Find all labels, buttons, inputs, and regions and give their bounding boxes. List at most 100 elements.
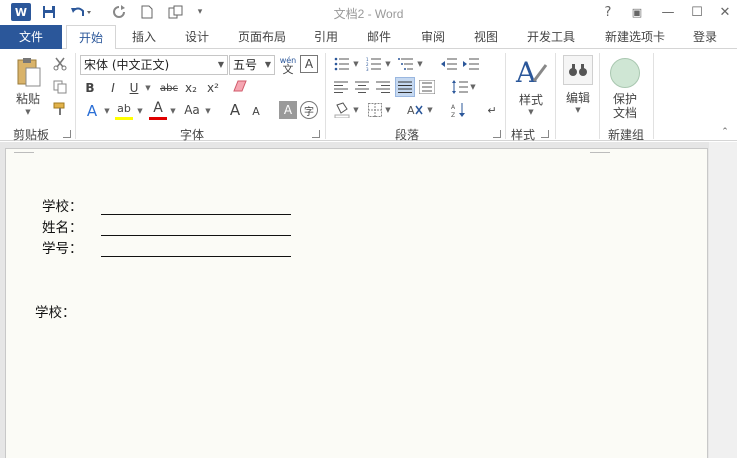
- tab-new-tab[interactable]: 新建选项卡: [594, 25, 676, 49]
- styles-dialog-launcher-icon[interactable]: [541, 130, 549, 138]
- title-bar: W ▾ 文档2 - Word ? ▣ — ☐ ✕: [0, 0, 737, 25]
- find-binoculars-icon[interactable]: [563, 55, 593, 85]
- borders-icon[interactable]: [366, 101, 384, 119]
- name-blank-line: [101, 235, 291, 236]
- distributed-icon[interactable]: [418, 78, 436, 96]
- line-spacing-dropdown-icon[interactable]: ▼: [469, 80, 477, 94]
- group-divider: [75, 53, 76, 139]
- line-spacing-icon[interactable]: [451, 78, 469, 96]
- tab-developer[interactable]: 开发工具: [518, 25, 584, 49]
- copy-icon[interactable]: [51, 78, 69, 96]
- highlight-color-swatch: [115, 117, 133, 120]
- clipboard-dialog-launcher-icon[interactable]: [63, 130, 71, 138]
- paste-icon[interactable]: [12, 55, 46, 89]
- editing-dropdown-icon[interactable]: ▼: [572, 105, 584, 115]
- grow-font-button[interactable]: A: [226, 101, 244, 119]
- tab-review[interactable]: 审阅: [412, 25, 454, 49]
- underline-button[interactable]: U: [126, 79, 142, 97]
- bold-button[interactable]: B: [82, 79, 98, 97]
- clear-formatting-icon[interactable]: [230, 77, 252, 97]
- font-size-combo[interactable]: 五号 ▼: [229, 55, 275, 75]
- paste-dropdown-icon[interactable]: ▼: [22, 107, 34, 117]
- school-label-2: 学校：: [35, 305, 76, 321]
- justify-icon[interactable]: [395, 77, 415, 97]
- multilevel-dropdown-icon[interactable]: ▼: [416, 57, 424, 71]
- tab-insert[interactable]: 插入: [122, 25, 166, 49]
- character-border-icon[interactable]: A: [300, 55, 318, 73]
- document-page[interactable]: 学校： 姓名： 学号： 学校：: [5, 148, 708, 458]
- styles-button[interactable]: 样式: [511, 91, 551, 107]
- help-button[interactable]: ?: [597, 2, 619, 22]
- ribbon-display-options-button[interactable]: ▣: [626, 2, 648, 22]
- login-link[interactable]: 登录: [684, 25, 726, 49]
- bullets-icon[interactable]: [332, 55, 352, 73]
- character-shading-button[interactable]: A: [279, 101, 297, 119]
- tab-file[interactable]: 文件: [0, 25, 62, 50]
- format-painter-icon[interactable]: [51, 100, 69, 118]
- styles-gallery-icon[interactable]: A: [513, 54, 549, 90]
- tab-layout[interactable]: 页面布局: [229, 25, 295, 49]
- cut-icon[interactable]: [51, 55, 69, 73]
- font-color-icon[interactable]: A: [149, 99, 167, 117]
- paragraph-dialog-launcher-icon[interactable]: [493, 130, 501, 138]
- font-color-dropdown-icon[interactable]: ▼: [168, 103, 178, 119]
- collapse-ribbon-icon[interactable]: ⌃: [718, 127, 732, 137]
- bullets-dropdown-icon[interactable]: ▼: [352, 57, 360, 71]
- shading-dropdown-icon[interactable]: ▼: [352, 103, 360, 117]
- sort-icon[interactable]: AZ: [450, 101, 468, 119]
- text-effects-icon[interactable]: A: [82, 101, 102, 121]
- svg-text:A: A: [515, 56, 537, 89]
- align-left-icon[interactable]: [332, 78, 350, 96]
- multilevel-list-icon[interactable]: [396, 55, 416, 73]
- shrink-font-button[interactable]: A: [248, 103, 264, 119]
- tab-references[interactable]: 引用: [306, 25, 346, 49]
- minimize-button[interactable]: —: [657, 2, 679, 22]
- change-case-dropdown-icon[interactable]: ▼: [203, 103, 213, 119]
- restore-button[interactable]: ☐: [686, 2, 708, 22]
- chinese-layout-icon[interactable]: A: [406, 101, 426, 119]
- editing-button[interactable]: 编辑: [560, 89, 596, 105]
- vertical-scrollbar[interactable]: [709, 142, 737, 458]
- shading-icon[interactable]: [332, 101, 352, 119]
- close-button[interactable]: ✕: [714, 2, 736, 22]
- chinese-layout-dropdown-icon[interactable]: ▼: [426, 103, 434, 117]
- decrease-indent-icon[interactable]: [440, 55, 458, 73]
- font-name-combo[interactable]: 宋体 (中文正文) ▼: [80, 55, 228, 75]
- group-label-font: 字体: [179, 128, 204, 142]
- italic-button[interactable]: I: [105, 79, 121, 97]
- styles-dropdown-icon[interactable]: ▼: [525, 107, 537, 117]
- highlight-color-icon[interactable]: ab: [114, 99, 134, 117]
- tab-home[interactable]: 开始: [66, 25, 116, 50]
- group-label-clipboard: 剪贴板: [12, 128, 49, 142]
- highlight-dropdown-icon[interactable]: ▼: [135, 103, 145, 119]
- align-center-icon[interactable]: [353, 78, 371, 96]
- ribbon: 粘贴 ▼ 剪贴板 宋体 (中文正文) ▼ 五号 ▼ wén 文 A B I U …: [0, 49, 737, 142]
- group-divider: [325, 53, 326, 139]
- borders-dropdown-icon[interactable]: ▼: [384, 103, 392, 117]
- numbering-icon[interactable]: 123: [364, 55, 384, 73]
- change-case-button[interactable]: Aa: [181, 101, 203, 119]
- student-id-label: 学号：: [42, 241, 83, 257]
- superscript-button[interactable]: x²: [204, 79, 222, 97]
- chevron-down-icon[interactable]: ▼: [262, 56, 274, 74]
- font-dialog-launcher-icon[interactable]: [312, 130, 320, 138]
- show-hide-marks-icon[interactable]: ↵: [484, 101, 500, 119]
- subscript-button[interactable]: x₂: [182, 79, 200, 97]
- underline-dropdown-icon[interactable]: ▼: [143, 79, 153, 97]
- align-right-icon[interactable]: [374, 78, 392, 96]
- protect-document-icon[interactable]: [610, 58, 640, 88]
- numbering-dropdown-icon[interactable]: ▼: [384, 57, 392, 71]
- tab-design[interactable]: 设计: [176, 25, 218, 49]
- phonetic-guide-icon[interactable]: wén 文: [278, 54, 298, 76]
- text-effects-dropdown-icon[interactable]: ▼: [102, 103, 112, 119]
- paste-button[interactable]: 粘贴: [10, 90, 46, 106]
- increase-indent-icon[interactable]: [462, 55, 480, 73]
- enclose-characters-button[interactable]: 字: [300, 101, 318, 119]
- tab-view[interactable]: 视图: [465, 25, 507, 49]
- group-label-new-group: 新建组: [607, 128, 644, 142]
- tab-mailings[interactable]: 邮件: [358, 25, 400, 49]
- chevron-down-icon[interactable]: ▼: [215, 56, 227, 74]
- protect-button-line2[interactable]: 文档: [606, 105, 644, 120]
- strikethrough-button[interactable]: abc: [158, 79, 180, 97]
- svg-text:A: A: [407, 104, 415, 117]
